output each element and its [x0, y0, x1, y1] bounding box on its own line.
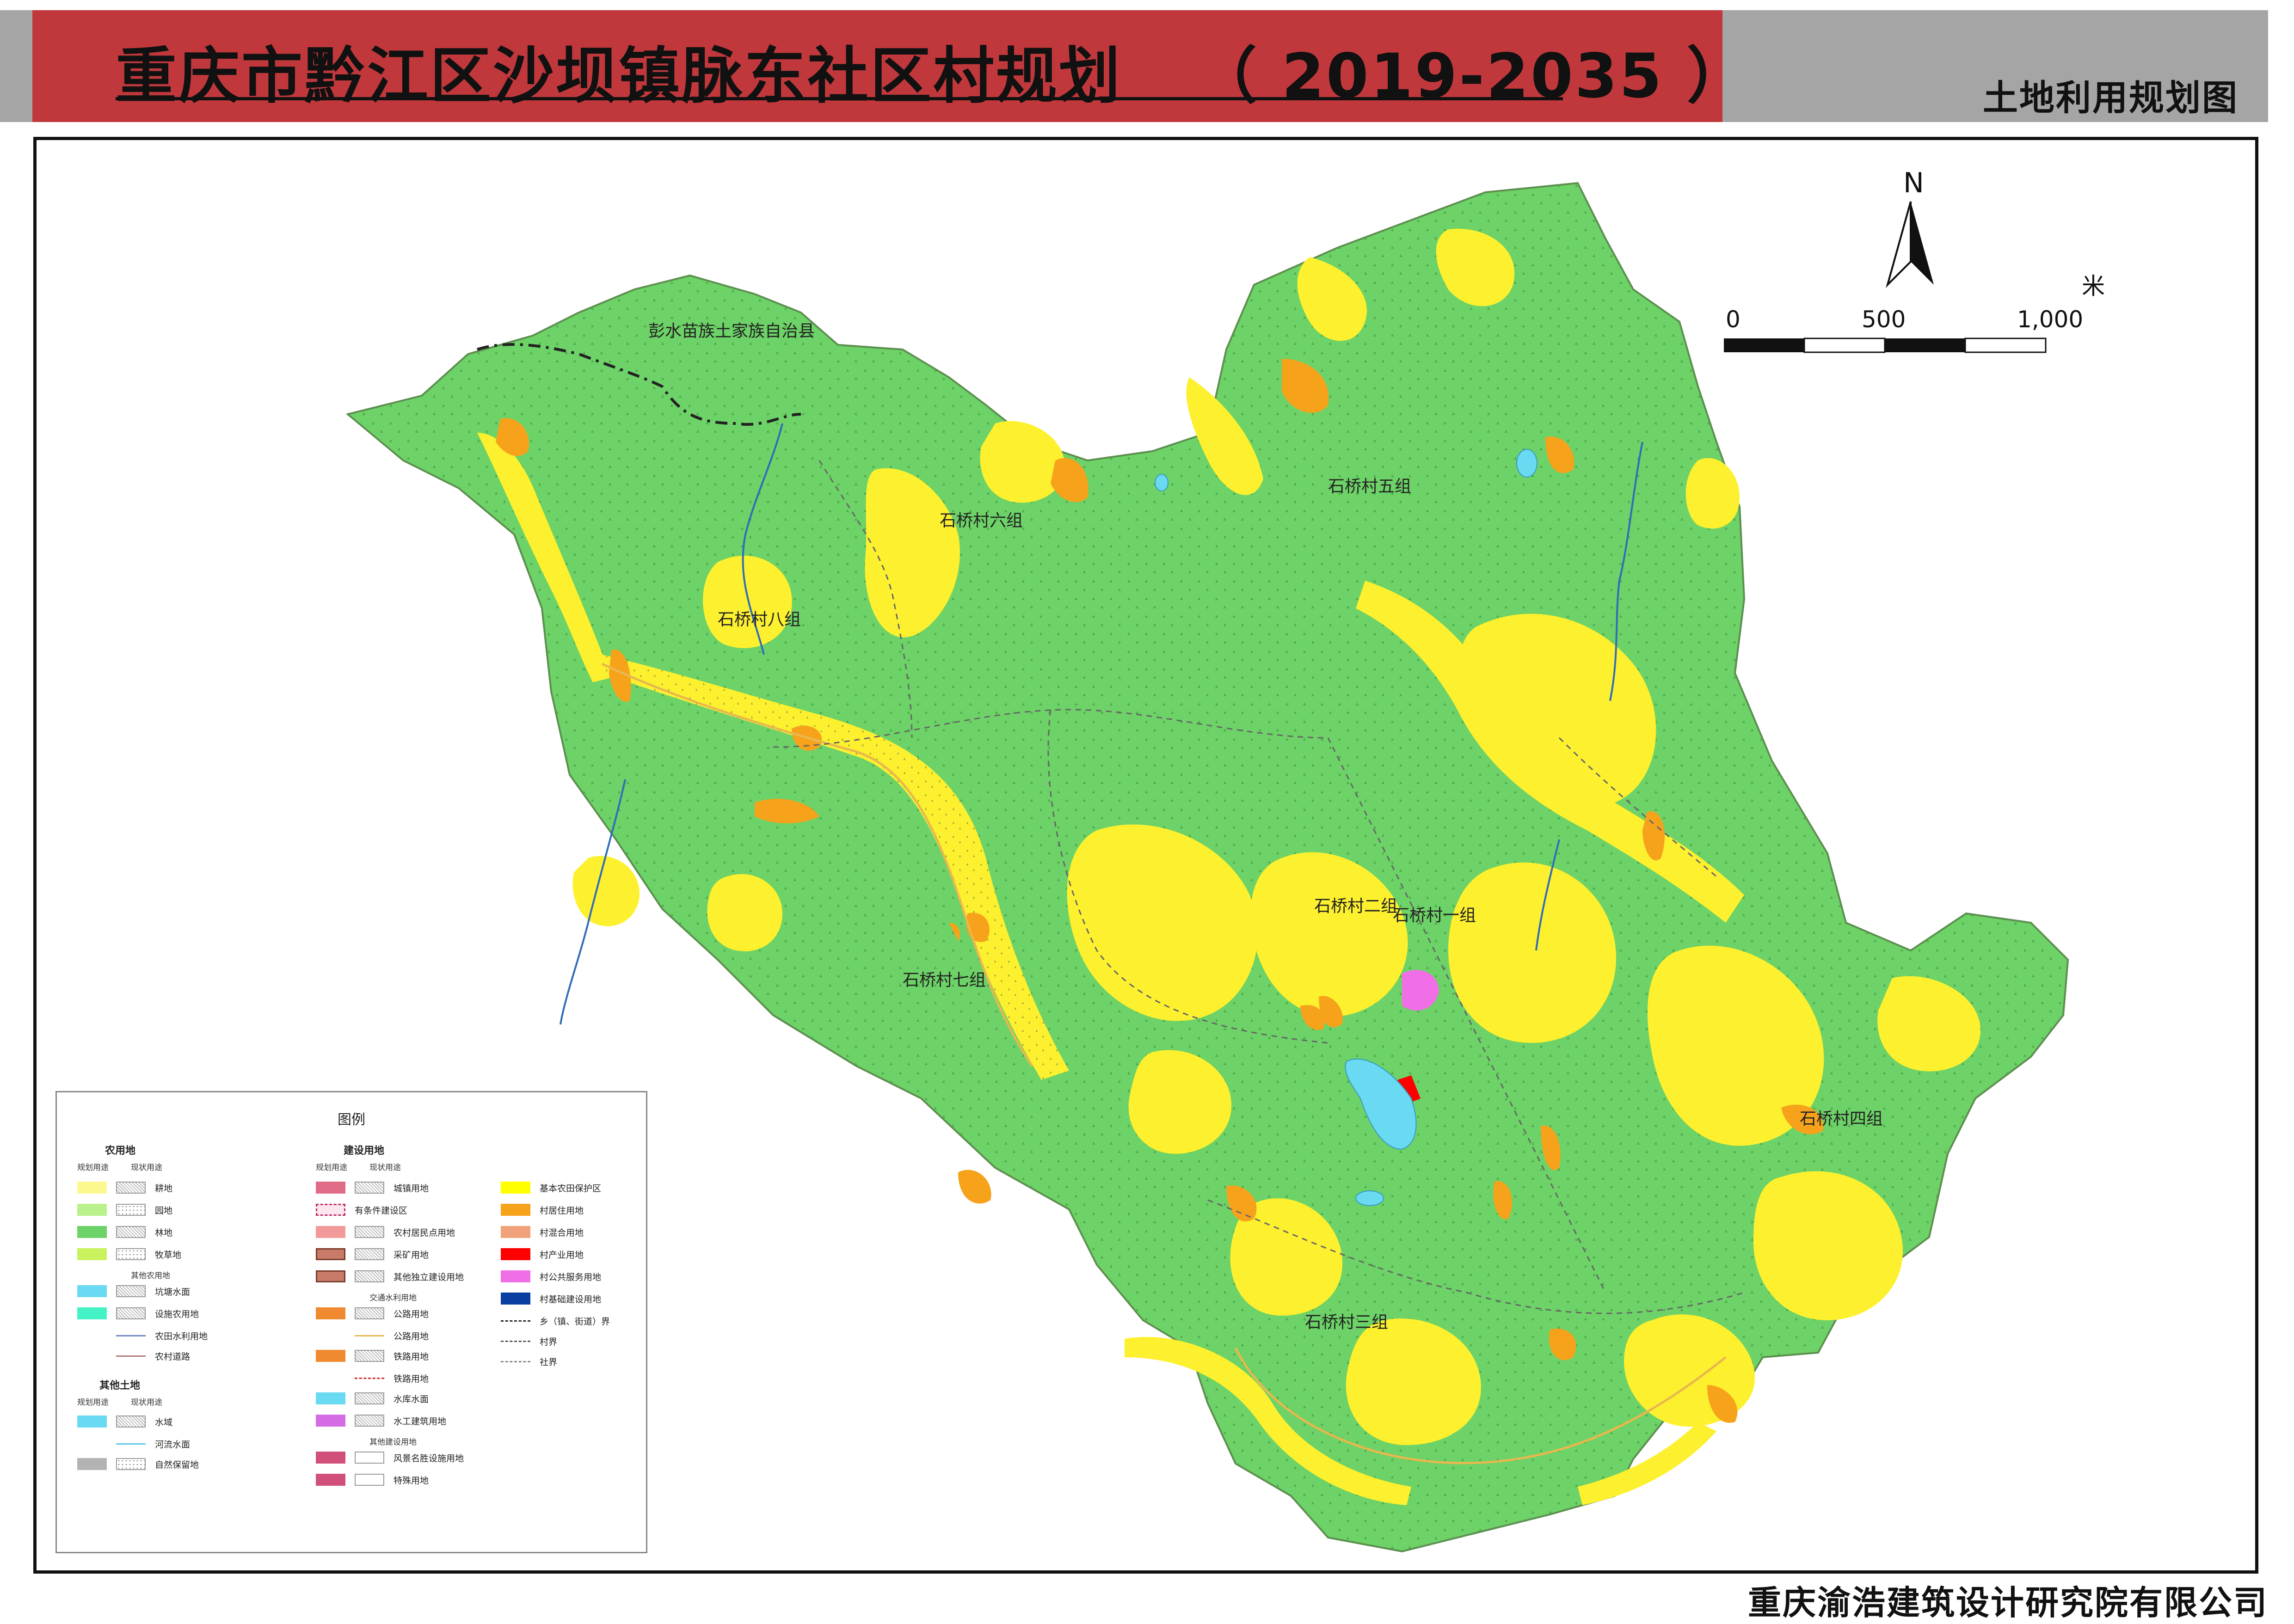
village-group-8-label: 石桥村八组	[718, 610, 801, 629]
legend-other-build-head: 其他建设用地	[369, 1438, 417, 1447]
legend-item-rural-settlement: 农村居民点用地	[316, 1225, 455, 1239]
scale-tick-500: 500	[1862, 306, 1906, 333]
legend-item-natural-reserve: 自然保留地	[77, 1457, 199, 1471]
scale-tick-0: 0	[1726, 306, 1740, 333]
village-group-4-label: 石桥村四组	[1800, 1109, 1883, 1128]
legend-item-pond: 坑塘水面	[77, 1284, 190, 1299]
legend-item-grassland: 牧草地	[77, 1247, 181, 1262]
legend-traffic-head: 交通水利用地	[369, 1293, 417, 1303]
legend-item-railway-line: 铁路用地	[355, 1371, 429, 1385]
legend-other-planned: 规划用途	[77, 1398, 109, 1407]
legend-item-highway: 公路用地	[316, 1306, 429, 1321]
legend-item-township-line: 乡（镇、街道）界	[501, 1313, 610, 1328]
legend-item-scenic: 风景名胜设施用地	[316, 1450, 464, 1465]
scale-tick-1000: 1,000	[2017, 306, 2083, 333]
legend-item-special: 特殊用地	[316, 1472, 429, 1487]
legend-item-village-public: 村公共服务用地	[501, 1269, 601, 1284]
legend-item-orchard: 园地	[77, 1202, 172, 1217]
north-arrow: N	[1886, 167, 1934, 288]
legend-item-railway: 铁路用地	[316, 1348, 429, 1363]
legend-construction-current: 现状用途	[369, 1163, 401, 1172]
scale-unit: 米	[2082, 273, 2105, 300]
legend-item-reservoir: 水库水面	[316, 1391, 429, 1406]
title-underline	[116, 97, 1563, 100]
legend-construction-planned: 规划用途	[316, 1163, 347, 1172]
legend-item-waters: 水域	[77, 1414, 172, 1429]
north-arrow-right-icon	[1911, 202, 1934, 285]
legend-title: 图例	[338, 1112, 365, 1128]
legend-other-current: 现状用途	[131, 1398, 162, 1407]
legend-item-conditional: 有条件建设区	[316, 1202, 407, 1217]
legend-item-village-industry: 村产业用地	[501, 1247, 584, 1262]
legend-item-irrigation: 农田水利用地	[116, 1328, 208, 1343]
village-group-3-label: 石桥村三组	[1305, 1313, 1388, 1332]
legend-agri-current: 现状用途	[131, 1163, 162, 1172]
company-name: 重庆渝浩建筑设计研究院有限公司	[1747, 1583, 2268, 1622]
scale-bar: 米 0 500 1,000	[1724, 273, 2105, 353]
legend-item-rural-road: 农村道路	[116, 1348, 190, 1363]
village-group-6-label: 石桥村六组	[940, 511, 1023, 530]
legend-item-basic-farmland: 基本农田保护区	[501, 1180, 601, 1195]
legend-item-mining: 采矿用地	[316, 1247, 429, 1262]
village-group-7-label: 石桥村七组	[903, 971, 986, 990]
header-gray-left	[0, 10, 32, 122]
plan-years: （ 2019-2035 ）	[1196, 41, 1750, 112]
legend-item-river-surface: 河流水面	[116, 1436, 190, 1451]
legend-item-independent: 其他独立建设用地	[316, 1269, 464, 1284]
north-arrow-left-icon	[1886, 201, 1912, 288]
legend-agri-head: 农用地	[105, 1145, 136, 1157]
page-title: 重庆市黔江区沙坝镇脉东社区村规划（ 2019-2035 ）	[116, 41, 1750, 112]
legend-item-village-residential: 村居住用地	[501, 1202, 584, 1217]
legend-construction-head: 建设用地	[344, 1145, 385, 1157]
legend-item-urban: 城镇用地	[316, 1180, 429, 1195]
map-type-label: 土地利用规划图	[1983, 77, 2239, 118]
legend-panel: 图例 农用地 规划用途 现状用途 耕地 园地 林地 牧草地 其他农用地 坑塘水面…	[55, 1091, 647, 1553]
village-group-1-label: 石桥村一组	[1393, 906, 1476, 925]
legend-item-highway-line: 公路用地	[355, 1328, 429, 1343]
legend-item-hydraulic: 水工建筑用地	[316, 1413, 446, 1428]
legend-item-cultivated: 耕地	[77, 1180, 172, 1195]
legend-item-village-line: 村界	[501, 1334, 557, 1348]
legend-item-facility-agri: 设施农用地	[77, 1306, 199, 1321]
legend-item-group-line: 社界	[501, 1354, 557, 1369]
legend-agri-planned: 规划用途	[77, 1163, 109, 1172]
legend-other-agri-head: 其他农用地	[131, 1271, 170, 1281]
north-label: N	[1903, 167, 1924, 199]
legend-item-village-infrastructure: 村基础建设用地	[501, 1291, 601, 1306]
county-label: 彭水苗族土家族自治县	[648, 322, 815, 341]
village-group-5-label: 石桥村五组	[1328, 477, 1411, 496]
legend-item-village-mixed: 村混合用地	[501, 1225, 584, 1239]
legend-other-land-head: 其他土地	[99, 1380, 141, 1391]
legend-item-forest: 林地	[77, 1225, 172, 1239]
village-group-2-label: 石桥村二组	[1314, 897, 1397, 916]
